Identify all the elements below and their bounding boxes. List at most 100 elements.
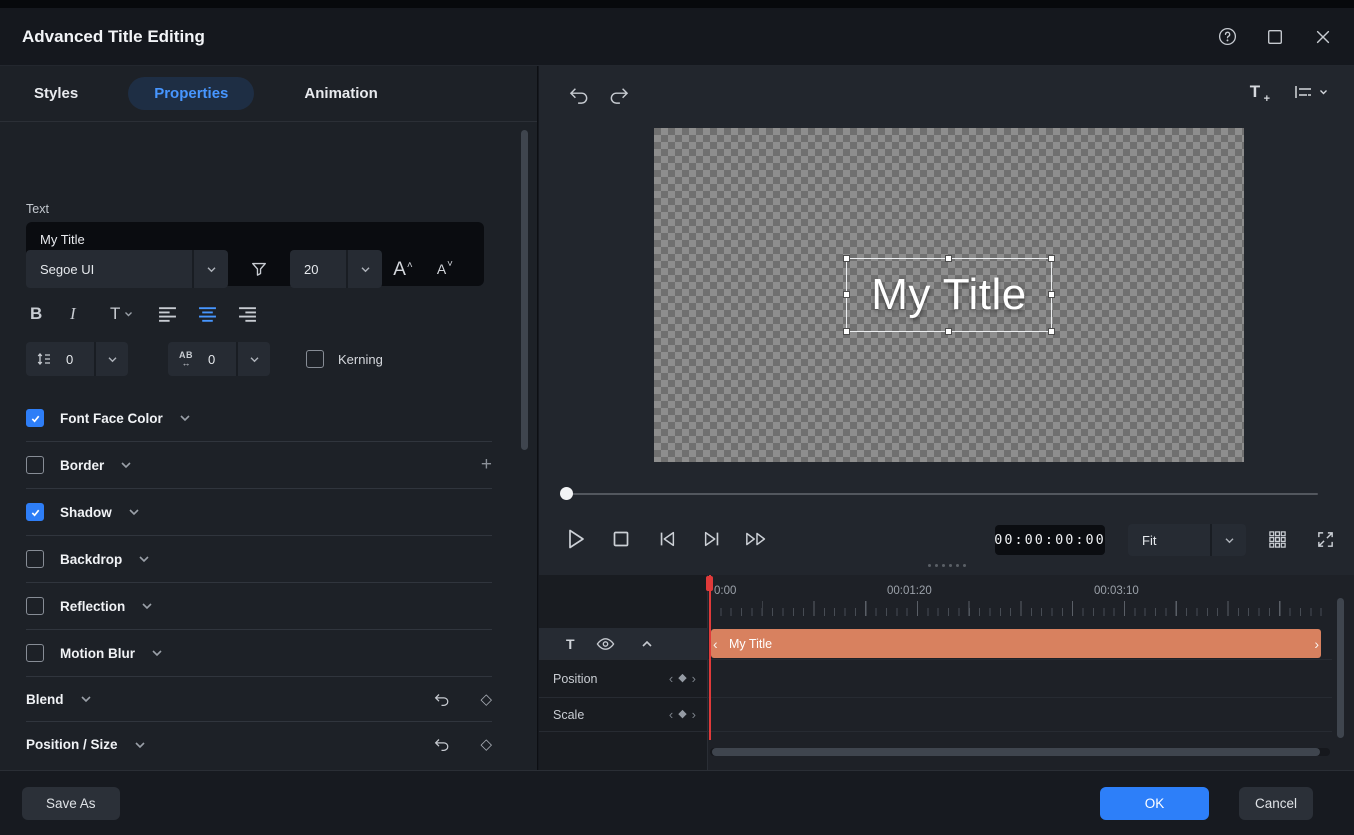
resize-handle[interactable] xyxy=(843,255,850,262)
text-align-tool-icon[interactable] xyxy=(1294,84,1328,100)
undo-icon[interactable] xyxy=(566,82,592,108)
preview-seekbar[interactable] xyxy=(539,486,1354,502)
close-icon[interactable] xyxy=(1310,24,1336,50)
decrease-font-size-icon[interactable]: A˄ xyxy=(424,262,466,276)
reflection-checkbox[interactable] xyxy=(26,597,44,615)
playhead-handle[interactable] xyxy=(706,576,713,591)
chevron-down-icon[interactable] xyxy=(151,649,163,657)
play-icon[interactable] xyxy=(561,524,591,554)
eye-icon[interactable] xyxy=(596,634,616,654)
align-right-icon[interactable] xyxy=(238,307,278,322)
panel-splitter-handle[interactable] xyxy=(539,564,1354,567)
section-reflection[interactable]: Reflection xyxy=(26,583,492,630)
section-backdrop[interactable]: Backdrop xyxy=(26,536,492,583)
resize-handle[interactable] xyxy=(945,328,952,335)
chevron-down-icon[interactable] xyxy=(141,602,153,610)
prev-keyframe-icon[interactable]: ‹ xyxy=(669,672,673,685)
grid-icon[interactable] xyxy=(1262,524,1292,554)
font-size-select[interactable]: 20 xyxy=(290,250,382,288)
prev-keyframe-icon[interactable]: ‹ xyxy=(669,708,673,721)
section-border[interactable]: Border + xyxy=(26,442,492,489)
add-text-icon[interactable]: T+ xyxy=(1242,82,1268,102)
align-left-icon[interactable] xyxy=(158,307,198,322)
add-keyframe-icon[interactable]: ◆ xyxy=(678,673,686,684)
scrollbar-thumb[interactable] xyxy=(712,748,1320,756)
bold-icon[interactable]: B xyxy=(30,304,70,324)
font-face-color-checkbox[interactable] xyxy=(26,409,44,427)
title-clip[interactable]: ‹ My Title › xyxy=(711,629,1321,658)
tab-animation[interactable]: Animation xyxy=(300,77,381,110)
border-checkbox[interactable] xyxy=(26,456,44,474)
chevron-down-icon[interactable] xyxy=(80,695,92,703)
resize-handle[interactable] xyxy=(945,255,952,262)
letter-spacing-control[interactable]: AB↔ 0 xyxy=(168,342,270,376)
increase-font-size-icon[interactable]: A˄ xyxy=(382,260,424,279)
previous-frame-icon[interactable] xyxy=(652,524,682,554)
chevron-down-icon[interactable] xyxy=(192,250,228,288)
chevron-down-icon[interactable] xyxy=(94,342,128,376)
preview-canvas[interactable]: My Title xyxy=(654,128,1244,462)
playhead[interactable] xyxy=(709,575,711,740)
resize-handle[interactable] xyxy=(1048,328,1055,335)
fullscreen-icon[interactable] xyxy=(1310,524,1340,554)
motion-blur-checkbox[interactable] xyxy=(26,644,44,662)
redo-icon[interactable] xyxy=(606,82,632,108)
line-spacing-control[interactable]: 0 xyxy=(26,342,128,376)
stop-icon[interactable] xyxy=(606,524,636,554)
timeline-h-scrollbar[interactable] xyxy=(710,748,1330,756)
chevron-down-icon[interactable] xyxy=(128,508,140,516)
keyframe-diamond-icon[interactable]: ◇ xyxy=(480,692,492,707)
help-icon[interactable] xyxy=(1214,24,1240,50)
text-style-icon[interactable]: T xyxy=(110,304,158,324)
seekbar-knob[interactable] xyxy=(560,487,573,500)
chevron-down-icon[interactable] xyxy=(138,555,150,563)
add-keyframe-icon[interactable]: ◆ xyxy=(678,709,686,720)
title-selection-box[interactable]: My Title xyxy=(846,258,1052,332)
chevron-down-icon[interactable] xyxy=(134,741,146,749)
next-frame-icon[interactable] xyxy=(697,524,727,554)
resize-handle[interactable] xyxy=(843,328,850,335)
cancel-button[interactable]: Cancel xyxy=(1239,787,1313,820)
resize-handle[interactable] xyxy=(843,291,850,298)
save-as-button[interactable]: Save As xyxy=(22,787,120,820)
resize-handle[interactable] xyxy=(1048,291,1055,298)
chevron-up-icon[interactable] xyxy=(637,634,657,654)
italic-icon[interactable]: I xyxy=(70,304,110,324)
clip-trim-right-icon[interactable]: › xyxy=(1314,636,1319,652)
next-keyframe-icon[interactable]: › xyxy=(692,708,696,721)
clip-trim-left-icon[interactable]: ‹ xyxy=(713,636,718,652)
panel-scrollbar[interactable] xyxy=(521,130,528,755)
seekbar-track[interactable] xyxy=(567,493,1318,495)
shadow-checkbox[interactable] xyxy=(26,503,44,521)
font-family-select[interactable]: Segoe UI xyxy=(26,250,228,288)
ok-button[interactable]: OK xyxy=(1100,787,1209,820)
section-shadow[interactable]: Shadow xyxy=(26,489,492,536)
kerning-option[interactable]: Kerning xyxy=(306,350,383,368)
tab-styles[interactable]: Styles xyxy=(30,77,82,110)
chevron-down-icon[interactable] xyxy=(236,342,270,376)
align-center-icon[interactable] xyxy=(198,307,238,322)
section-font-face-color[interactable]: Font Face Color xyxy=(26,395,492,442)
chevron-down-icon[interactable] xyxy=(179,414,191,422)
section-position-size[interactable]: Position / Size ◇ xyxy=(26,722,492,767)
reset-icon[interactable] xyxy=(428,686,454,712)
preview-title-text[interactable]: My Title xyxy=(871,270,1027,320)
kerning-checkbox[interactable] xyxy=(306,350,324,368)
maximize-icon[interactable] xyxy=(1262,24,1288,50)
scrollbar-thumb[interactable] xyxy=(521,130,528,450)
zoom-mode-select[interactable]: Fit xyxy=(1128,524,1246,556)
tab-properties[interactable]: Properties xyxy=(128,77,254,110)
section-motion-blur[interactable]: Motion Blur xyxy=(26,630,492,677)
fast-forward-icon[interactable] xyxy=(742,524,772,554)
keyframe-diamond-icon[interactable]: ◇ xyxy=(480,737,492,752)
reset-icon[interactable] xyxy=(428,732,454,758)
section-blend[interactable]: Blend ◇ xyxy=(26,677,492,722)
font-filter-icon[interactable] xyxy=(242,260,276,278)
resize-handle[interactable] xyxy=(1048,255,1055,262)
next-keyframe-icon[interactable]: › xyxy=(692,672,696,685)
chevron-down-icon[interactable] xyxy=(346,250,382,288)
timeline-ruler[interactable] xyxy=(710,601,1330,616)
scrollbar-thumb[interactable] xyxy=(1337,598,1344,738)
chevron-down-icon[interactable] xyxy=(1210,524,1246,556)
chevron-down-icon[interactable] xyxy=(120,461,132,469)
